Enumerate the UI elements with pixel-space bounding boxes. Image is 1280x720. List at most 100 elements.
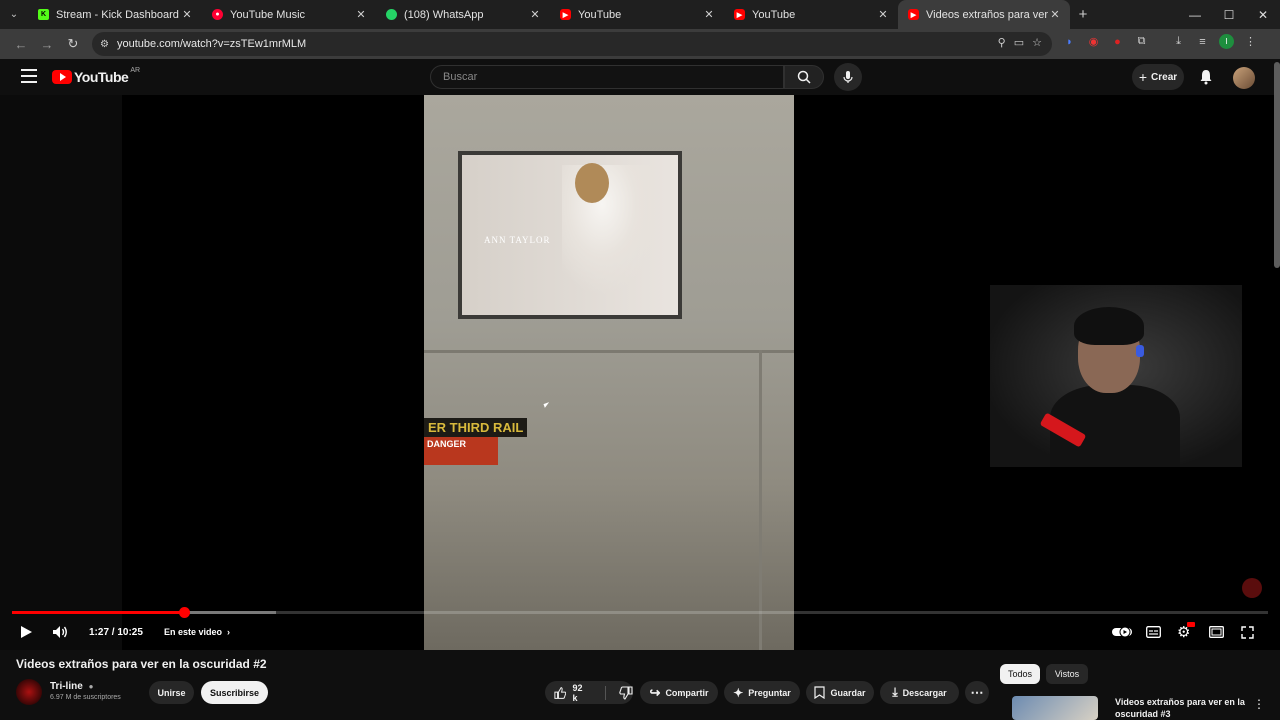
player-side-area: [0, 95, 122, 650]
chapter-label: En este video: [164, 627, 223, 637]
extension-icon[interactable]: ◉: [1086, 34, 1101, 49]
chip-watched[interactable]: Vistos: [1046, 664, 1088, 684]
tab-close-icon[interactable]: ✕: [876, 8, 890, 21]
chapter-button[interactable]: En este video ›: [164, 622, 230, 642]
profile-icon[interactable]: I: [1219, 34, 1234, 49]
sparkle-icon: ✦: [733, 685, 744, 700]
browser-tab[interactable]: ● YouTube Music ✕: [202, 0, 376, 29]
more-actions-button[interactable]: ⋯: [965, 681, 989, 704]
account-avatar[interactable]: [1233, 67, 1255, 89]
extensions-puzzle-icon[interactable]: ⧉: [1134, 34, 1149, 49]
bookmark-star-icon[interactable]: ☆: [1032, 36, 1042, 49]
tab-title: YouTube: [752, 8, 796, 21]
hd-badge: [1187, 622, 1195, 627]
browser-tab[interactable]: (108) WhatsApp ✕: [376, 0, 550, 29]
tab-close-icon[interactable]: ✕: [528, 8, 542, 21]
subtitles-button[interactable]: [1146, 622, 1161, 642]
extension-icon[interactable]: ◗: [1062, 34, 1077, 49]
back-icon[interactable]: ←: [8, 37, 34, 52]
zoom-icon[interactable]: ⚲: [998, 36, 1006, 49]
youtube-logo[interactable]: YouTube AR: [52, 66, 141, 85]
progress-bar[interactable]: [12, 607, 1268, 618]
browser-tab[interactable]: K Stream - Kick Dashboard ✕: [28, 0, 202, 29]
search-input[interactable]: Buscar: [430, 65, 784, 89]
browser-menu-icon[interactable]: ⋮: [1243, 34, 1258, 49]
recommended-thumbnail[interactable]: [1012, 696, 1098, 720]
tab-close-icon[interactable]: ✕: [354, 8, 368, 21]
voice-search-button[interactable]: [834, 63, 862, 91]
share-button[interactable]: ↪ Compartir: [640, 681, 718, 704]
browser-tab[interactable]: ▶ YouTube ✕: [724, 0, 898, 29]
ask-button[interactable]: ✦ Preguntar: [724, 681, 800, 704]
settings-button[interactable]: ⚙: [1177, 622, 1195, 642]
browser-tab-bar: ⌄ K Stream - Kick Dashboard ✕ ● YouTube …: [0, 0, 1280, 29]
channel-name[interactable]: Tri-line ●: [50, 681, 93, 692]
tab-search-icon[interactable]: ⌄: [0, 4, 28, 26]
site-settings-icon[interactable]: ⚙: [100, 39, 109, 50]
subscribe-button[interactable]: Suscribirse: [201, 681, 268, 704]
hamburger-menu-icon[interactable]: [21, 69, 37, 83]
search-button[interactable]: [784, 65, 824, 89]
channel-name-text: Tri-line: [50, 681, 83, 692]
channel-avatar[interactable]: [16, 679, 42, 705]
plus-icon: +: [1138, 69, 1148, 85]
youtube-music-icon: ●: [212, 9, 223, 20]
danger-sign: DANGER: [424, 437, 498, 465]
more-vertical-icon[interactable]: ⋮: [1253, 697, 1265, 711]
tab-title: YouTube: [578, 8, 622, 21]
join-button[interactable]: Unirse: [149, 681, 194, 704]
mute-button[interactable]: [52, 622, 69, 642]
youtube-icon: ▶: [560, 9, 571, 20]
channel-watermark[interactable]: [1242, 578, 1262, 598]
forward-icon[interactable]: →: [34, 37, 60, 52]
minimize-icon[interactable]: —: [1178, 0, 1212, 29]
play-button[interactable]: [19, 622, 33, 642]
cast-icon[interactable]: ▭: [1014, 36, 1024, 49]
tab-close-icon[interactable]: ✕: [1048, 8, 1062, 21]
wall-seam: [424, 350, 794, 353]
video-player[interactable]: ANN TAYLOR ER THIRD RAIL DANGER: [0, 95, 1280, 650]
chip-all[interactable]: Todos: [1000, 664, 1040, 684]
tab-close-icon[interactable]: ✕: [702, 8, 716, 21]
dislike-button[interactable]: [619, 685, 633, 700]
save-label: Guardar: [830, 687, 866, 698]
autoplay-toggle[interactable]: [1112, 622, 1132, 642]
like-button[interactable]: 92 k: [554, 683, 588, 703]
browser-toolbar: ← → ↻ ⚙ youtube.com/watch?v=zsTEw1mrMLM …: [0, 29, 1280, 59]
reload-icon[interactable]: ↻: [60, 36, 86, 52]
tab-title: Stream - Kick Dashboard: [56, 8, 179, 21]
scrollbar[interactable]: [1274, 62, 1280, 268]
autoplay-toggle-icon: [1112, 626, 1132, 638]
fullscreen-button[interactable]: [1241, 622, 1254, 642]
download-button[interactable]: ⤓ Descargar: [880, 681, 959, 704]
join-label: Unirse: [157, 687, 186, 698]
record-extension-icon[interactable]: ●: [1110, 34, 1125, 49]
save-button[interactable]: Guardar: [806, 681, 874, 704]
youtube-masthead: YouTube AR Buscar + Crear: [0, 59, 1280, 95]
whatsapp-icon: [386, 9, 397, 20]
download-icon: ⤓: [892, 685, 898, 699]
maximize-icon[interactable]: ☐: [1212, 0, 1246, 29]
country-code: AR: [130, 66, 141, 74]
new-tab-icon[interactable]: +: [1070, 6, 1096, 23]
address-bar[interactable]: ⚙ youtube.com/watch?v=zsTEw1mrMLM ⚲ ▭ ☆: [92, 32, 1052, 56]
tab-close-icon[interactable]: ✕: [180, 8, 194, 21]
verified-icon: ●: [88, 682, 94, 691]
thumbs-up-icon: [554, 686, 567, 699]
like-count: 92 k: [572, 682, 583, 703]
close-window-icon[interactable]: ✕: [1246, 0, 1280, 29]
extensions-area: ◗ ◉ ● ⧉ ⤓ ≡ I ⋮: [1062, 34, 1258, 49]
media-control-icon[interactable]: ≡: [1195, 34, 1210, 49]
download-icon[interactable]: ⤓: [1171, 34, 1186, 49]
like-divider: [605, 685, 606, 700]
theater-mode-button[interactable]: [1209, 622, 1224, 642]
notifications-button[interactable]: [1196, 67, 1216, 87]
scrubber-handle[interactable]: [179, 607, 191, 618]
create-button[interactable]: + Crear: [1132, 64, 1184, 90]
recommended-title[interactable]: Videos extraños para ver en la oscuridad…: [1115, 696, 1245, 720]
window-controls: — ☐ ✕: [1178, 0, 1280, 29]
chevron-right-icon: ›: [227, 627, 231, 637]
browser-tab-active[interactable]: ▶ Videos extraños para ver en la o ✕: [898, 0, 1070, 29]
third-rail-sign: ER THIRD RAIL: [424, 418, 528, 437]
browser-tab[interactable]: ▶ YouTube ✕: [550, 0, 724, 29]
